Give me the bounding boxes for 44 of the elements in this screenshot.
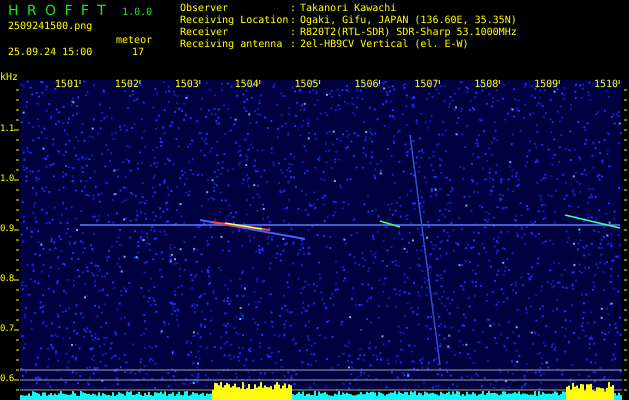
x-axis-tick: [618, 80, 620, 84]
x-axis-label: 1502: [114, 79, 139, 91]
x-axis-label: 1509: [533, 79, 558, 91]
station-value: Takanori Kawachi: [300, 3, 398, 15]
station-value: Ogaki, Gifu, JAPAN (136.60E, 35.35N): [300, 15, 517, 27]
file-name: 2509241500.png: [8, 21, 94, 34]
axis-unit-label: kHz: [0, 72, 18, 83]
x-axis-tick: [139, 80, 140, 84]
x-axis-tick: [498, 80, 500, 84]
separator: :: [290, 3, 298, 15]
station-label: Observer: [180, 3, 230, 15]
x-axis-tick: [259, 80, 260, 84]
x-axis-tick: [319, 80, 320, 84]
app-title: HROFFT: [8, 3, 114, 19]
y-axis-label: 0.8: [0, 273, 14, 285]
version-label: 1.0.0: [122, 7, 152, 18]
station-label: Receiving Location: [180, 15, 290, 27]
x-axis-label: 1501: [54, 79, 79, 91]
x-axis-label: 1505: [294, 79, 319, 91]
x-axis-label: 1506: [353, 79, 378, 91]
x-axis-label: 1504: [234, 79, 259, 91]
y-axis-label: 1.0: [0, 173, 14, 185]
x-axis-tick: [199, 80, 200, 84]
y-axis-label: 0.6: [0, 373, 14, 385]
timestamp: 25.09.24 15:00: [8, 47, 94, 60]
x-axis-label: 1508: [473, 79, 498, 91]
y-axis-label: 0.9: [0, 223, 14, 235]
meteor-label: meteor: [116, 35, 154, 47]
y-axis-label: 1.1: [0, 123, 14, 135]
x-axis-tick: [438, 80, 440, 84]
x-axis-label: 1503: [174, 79, 199, 91]
meteor-count: 17: [131, 47, 146, 60]
station-value: R820T2(RTL-SDR) SDR-Sharp 53.1000MHz: [300, 27, 517, 39]
x-axis-tick: [558, 80, 560, 84]
x-axis-label: 1507: [413, 79, 438, 91]
y-axis-label: 0.7: [0, 323, 14, 335]
separator: :: [290, 15, 298, 27]
separator: :: [290, 27, 298, 39]
station-label: Receiver: [180, 27, 230, 39]
station-label: Receiving antenna: [180, 39, 284, 51]
station-value: 2el-HB9CV Vertical (el. E-W): [300, 39, 470, 51]
x-axis-tick: [379, 80, 380, 84]
x-axis-label: 1510: [593, 79, 618, 91]
separator: :: [290, 39, 298, 51]
